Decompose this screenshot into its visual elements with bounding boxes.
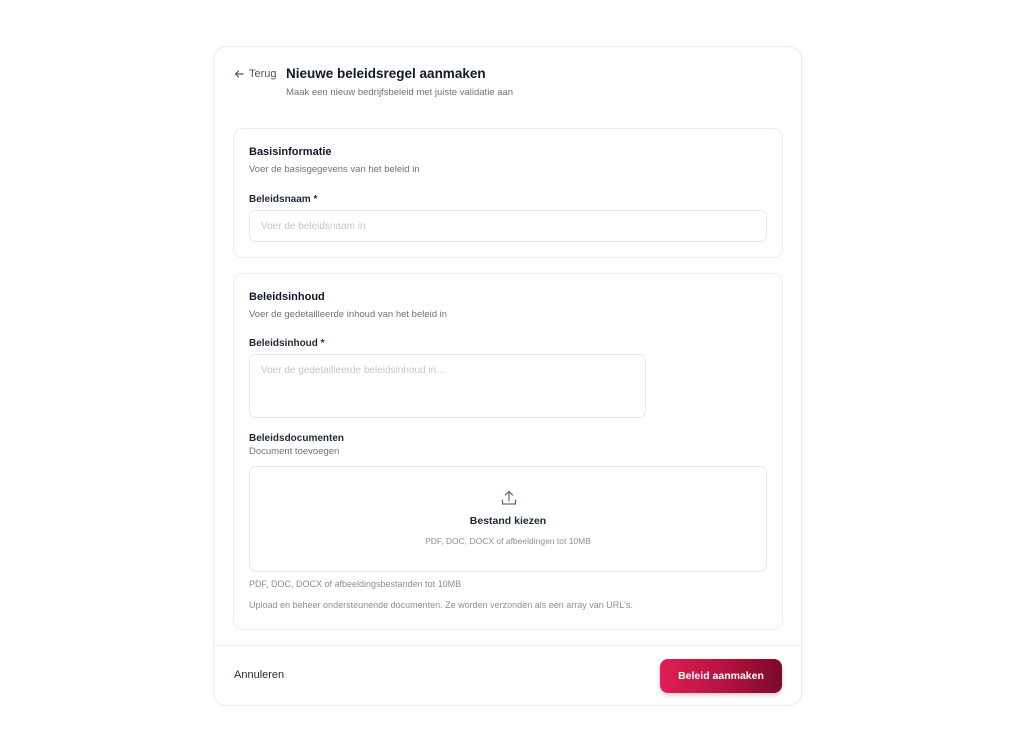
page-subtitle: Maak een nieuw bedrijfsbeleid met juiste… bbox=[286, 87, 514, 98]
create-policy-card: Terug Nieuwe beleidsregel aanmaken Maak … bbox=[213, 46, 802, 706]
cancel-button[interactable]: Annuleren bbox=[234, 669, 284, 681]
arrow-left-icon bbox=[234, 70, 244, 78]
page-title: Nieuwe beleidsregel aanmaken bbox=[286, 66, 486, 81]
section-title: Beleidsinhoud bbox=[249, 291, 325, 303]
basic-info-section: Basisinformatie Voer de basisgegevens va… bbox=[233, 128, 783, 258]
choose-file-button[interactable]: Bestand kiezen bbox=[250, 515, 766, 527]
file-format-help: PDF, DOC, DOCX of afbeeldingsbestanden t… bbox=[249, 579, 462, 589]
policy-content-section: Beleidsinhoud Voer de gedetailleerde inh… bbox=[233, 273, 783, 630]
policy-name-label: Beleidsnaam * bbox=[249, 194, 318, 205]
policy-documents-label: Beleidsdocumenten bbox=[249, 433, 345, 444]
footer-divider bbox=[214, 645, 801, 646]
upload-help: Upload en beheer ondersteunende document… bbox=[249, 600, 633, 610]
section-description: Voer de gedetailleerde inhoud van het be… bbox=[249, 309, 448, 320]
policy-content-textarea[interactable] bbox=[249, 354, 646, 418]
policy-content-label: Beleidsinhoud * bbox=[249, 338, 325, 349]
back-button[interactable]: Terug bbox=[234, 68, 277, 80]
policy-name-input[interactable] bbox=[249, 210, 767, 242]
back-label: Terug bbox=[249, 68, 277, 80]
title-block: Nieuwe beleidsregel aanmaken Maak een ni… bbox=[286, 66, 513, 98]
file-dropzone[interactable]: Bestand kiezen PDF, DOC, DOCX of afbeeld… bbox=[249, 466, 767, 572]
upload-icon bbox=[501, 490, 517, 505]
policy-documents-sublabel: Document toevoegen bbox=[249, 446, 340, 457]
dropzone-hint: PDF, DOC, DOCX of afbeeldingen tot 10MB bbox=[425, 536, 591, 546]
section-description: Voer de basisgegevens van het beleid in bbox=[249, 164, 420, 175]
section-title: Basisinformatie bbox=[249, 146, 332, 158]
create-policy-button[interactable]: Beleid aanmaken bbox=[660, 659, 782, 693]
